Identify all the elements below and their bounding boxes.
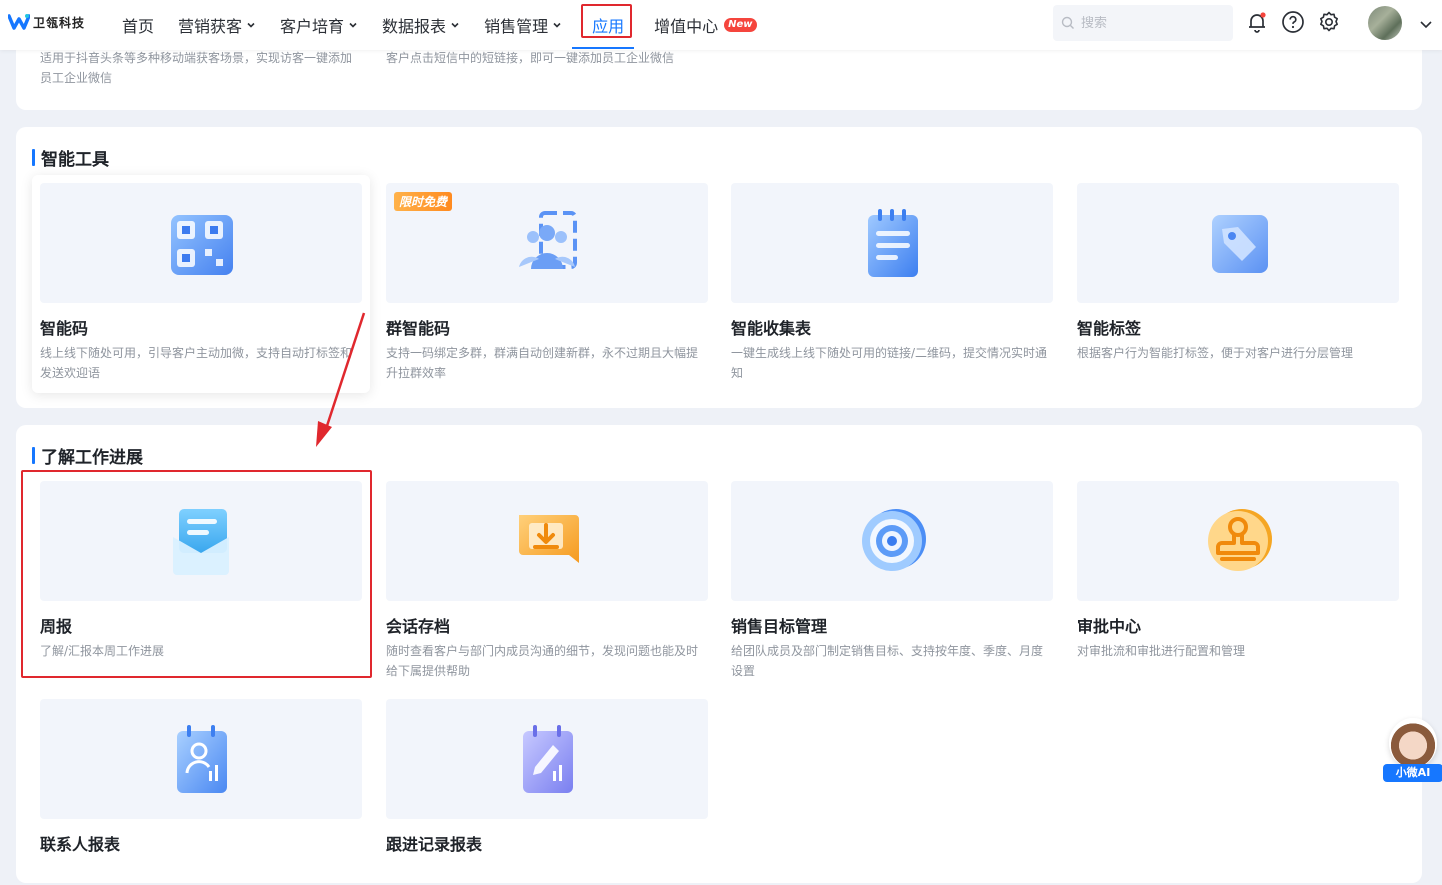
card-thumbnail: 限时免费 <box>386 183 708 303</box>
brand-name: 卫瓴科技 <box>33 15 86 30</box>
app-card-sales-target[interactable]: 销售目标管理 给团队成员及部门制定销售目标、支持按年度、季度、月度设置 <box>731 481 1053 681</box>
nav-home[interactable]: 首页 <box>110 0 166 50</box>
card-title: 跟进记录报表 <box>386 835 483 854</box>
card-title: 智能码 <box>40 319 89 338</box>
app-card-approval-center[interactable]: 审批中心 对审批流和审批进行配置和管理 <box>1077 481 1399 661</box>
group-qr-icon <box>519 211 577 269</box>
nav-value-center-label: 增值中心 <box>654 17 719 36</box>
nav-value-center[interactable]: 增值中心 New <box>642 0 768 50</box>
help-icon[interactable] <box>1281 10 1305 34</box>
ai-assistant-button[interactable]: 小微AI <box>1383 716 1442 782</box>
section-title-text: 了解工作进展 <box>41 448 143 468</box>
section-title: 了解工作进展 <box>32 443 143 468</box>
card-thumbnail <box>40 699 362 819</box>
nav-marketing-label: 营销获客 <box>178 17 243 36</box>
card-desc: 对审批流和审批进行配置和管理 <box>1077 644 1246 658</box>
section-title-bar <box>32 149 35 166</box>
card-title: 智能标签 <box>1077 319 1142 338</box>
card-thumbnail <box>40 183 362 303</box>
card-thumbnail <box>731 183 1053 303</box>
card-desc: 给团队成员及部门制定销售目标、支持按年度、季度、月度设置 <box>731 644 1044 678</box>
chevron-down-icon[interactable] <box>1418 16 1434 32</box>
nav-home-label: 首页 <box>122 17 155 36</box>
card-title: 联系人报表 <box>40 835 121 854</box>
card-title: 周报 <box>40 617 73 636</box>
chat-archive-icon <box>519 515 579 563</box>
section-title-bar <box>32 447 35 464</box>
card-title: 销售目标管理 <box>731 617 828 636</box>
brand-logo[interactable]: 卫瓴科技 <box>8 12 85 32</box>
free-tag: 限时免费 <box>394 192 453 211</box>
nav-apps-active-underline <box>572 47 635 49</box>
card-thumbnail <box>386 481 708 601</box>
main-nav: 首页 营销获客 客户培育 数据报表 销售管理 应用 增值中心 New <box>110 0 769 50</box>
nav-apps-highlight-box <box>581 4 633 38</box>
chevron-down-icon <box>553 22 561 28</box>
nav-reports-label: 数据报表 <box>382 17 447 36</box>
report-envelope-icon <box>173 509 229 575</box>
card-title: 群智能码 <box>386 319 451 338</box>
chevron-down-icon <box>247 22 255 28</box>
qr-code-icon <box>171 215 233 275</box>
tag-icon <box>1212 215 1268 273</box>
search-box[interactable] <box>1053 5 1233 41</box>
work-progress-section: 了解工作进展 周报 了解/汇报本周工作进展 会话存档 随时查看客户与部门内成员沟… <box>16 425 1422 883</box>
card-desc: 支持一码绑定多群，群满自动创建新群，永不过期且大幅提升拉群效率 <box>386 346 699 380</box>
form-icon <box>868 209 918 277</box>
brand-logo-icon <box>8 14 30 30</box>
card-desc: 根据客户行为智能打标签，便于对客户进行分层管理 <box>1077 346 1354 360</box>
card-title: 会话存档 <box>386 617 451 636</box>
card-desc: 线上线下随处可用，引导客户主动加微，支持自动打标签和发送欢迎语 <box>40 346 353 380</box>
nav-marketing[interactable]: 营销获客 <box>166 0 268 50</box>
card-title: 审批中心 <box>1077 617 1142 636</box>
card-title: 智能收集表 <box>731 319 812 338</box>
chevron-down-icon <box>349 22 357 28</box>
user-avatar[interactable] <box>1368 6 1402 40</box>
app-card-smart-form[interactable]: 智能收集表 一键生成线上线下随处可用的链接/二维码，提交情况实时通知 <box>731 183 1053 383</box>
top-navigation-bar: 卫瓴科技 首页 营销获客 客户培育 数据报表 销售管理 应用 增值中心 New <box>0 0 1442 50</box>
app-card-smart-tag[interactable]: 智能标签 根据客户行为智能打标签，便于对客户进行分层管理 <box>1077 183 1399 363</box>
followup-report-icon <box>523 725 573 793</box>
card-desc: 随时查看客户与部门内成员沟通的细节，发现问题也能及时给下属提供帮助 <box>386 644 699 678</box>
new-badge: New <box>724 18 757 32</box>
card-thumbnail <box>40 481 362 601</box>
card-desc: 客户点击短信中的短链接，即可一键添加员工企业微信 <box>386 51 675 65</box>
smart-tools-section: 智能工具 智能码 线上线下随处可用，引导客户主动加微，支持自动打标签和发送欢迎语… <box>16 127 1422 408</box>
gear-icon[interactable] <box>1317 10 1341 34</box>
card-thumbnail <box>731 481 1053 601</box>
bell-icon[interactable] <box>1245 10 1269 34</box>
nav-apps[interactable]: 应用 <box>572 0 636 50</box>
card-thumbnail <box>1077 183 1399 303</box>
section-title: 智能工具 <box>32 145 109 170</box>
approval-stamp-icon <box>1208 509 1272 571</box>
nav-reports[interactable]: 数据报表 <box>370 0 472 50</box>
app-card-group-smart-code[interactable]: 限时免费 群智能码 支持一码绑定多群，群满自动创建新群，永不过期且大幅提升拉群效… <box>386 183 708 383</box>
search-icon <box>1061 16 1074 29</box>
card-desc: 适用于抖音头条等多种移动端获客场景，实现访客一键添加员工企业微信 <box>40 51 353 85</box>
nav-nurture-label: 客户培育 <box>280 17 345 36</box>
app-card-contact-report[interactable]: 联系人报表 <box>40 699 362 854</box>
ai-assistant-avatar <box>1389 718 1437 768</box>
card-thumbnail <box>1077 481 1399 601</box>
chevron-down-icon <box>451 22 459 28</box>
contact-report-icon <box>177 725 227 793</box>
app-card-chat-archive[interactable]: 会话存档 随时查看客户与部门内成员沟通的细节，发现问题也能及时给下属提供帮助 <box>386 481 708 681</box>
app-card-smart-code[interactable]: 智能码 线上线下随处可用，引导客户主动加微，支持自动打标签和发送欢迎语 <box>32 175 370 393</box>
app-card-weekly-report[interactable]: 周报 了解/汇报本周工作进展 <box>40 481 362 661</box>
nav-nurture[interactable]: 客户培育 <box>268 0 370 50</box>
card-desc: 了解/汇报本周工作进展 <box>40 644 165 658</box>
app-card-followup-report[interactable]: 跟进记录报表 <box>386 699 708 854</box>
ai-assistant-label: 小微AI <box>1383 764 1442 782</box>
nav-sales-label: 销售管理 <box>484 17 549 36</box>
target-icon <box>862 509 926 571</box>
search-input[interactable] <box>1081 15 1221 31</box>
section-title-text: 智能工具 <box>41 150 109 170</box>
nav-sales[interactable]: 销售管理 <box>472 0 574 50</box>
card-thumbnail <box>386 699 708 819</box>
card-desc: 一键生成线上线下随处可用的链接/二维码，提交情况实时通知 <box>731 346 1048 380</box>
